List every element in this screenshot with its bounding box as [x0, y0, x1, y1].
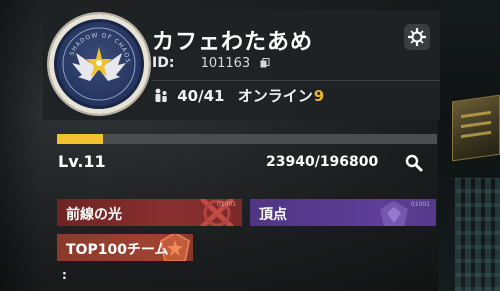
more-indicator: : [62, 268, 67, 282]
online-count: 9 [313, 87, 325, 105]
apex-crest-icon [380, 201, 408, 226]
background-machinery [455, 178, 500, 291]
tag-label: 前線の光 [66, 207, 122, 223]
clan-settings-icon[interactable] [404, 24, 430, 50]
background-shade [0, 0, 40, 291]
tag-number: 01001 [410, 201, 430, 208]
tag-top100-team[interactable]: TOP100チーム [57, 234, 193, 261]
tag-number: 01001 [216, 201, 236, 208]
online-label: オンライン [237, 87, 313, 105]
xp-text: 23940/196800 [266, 154, 379, 170]
winged-star-icon: SHADOW OF CHAOS [62, 27, 136, 101]
search-icon[interactable] [404, 153, 424, 173]
clan-id-label: ID: [152, 55, 175, 71]
clan-id-row: ID: 101163 [152, 55, 270, 71]
header-divider [152, 80, 440, 81]
tag-apex[interactable]: 頂点 01001 [250, 199, 436, 226]
tag-label: 頂点 [259, 207, 287, 223]
background-sign-panel [452, 94, 500, 162]
members-count: 40/41 [177, 87, 225, 105]
tag-frontline-light[interactable]: 前線の光 01001 [57, 199, 242, 226]
clan-name: カフェわたあめ [152, 30, 314, 55]
xp-progress-fill [57, 134, 104, 144]
clan-id-value: 101163 [200, 56, 251, 71]
xp-progress-bar [57, 134, 437, 144]
tag-label: TOP100チーム [66, 242, 169, 258]
members-icon [154, 88, 168, 102]
clan-level: Lv.11 [58, 152, 106, 171]
clan-emblem[interactable]: SHADOW OF CHAOS [49, 14, 149, 114]
member-row: 40/41 オンライン9 [154, 85, 324, 106]
copy-icon[interactable] [260, 57, 270, 68]
